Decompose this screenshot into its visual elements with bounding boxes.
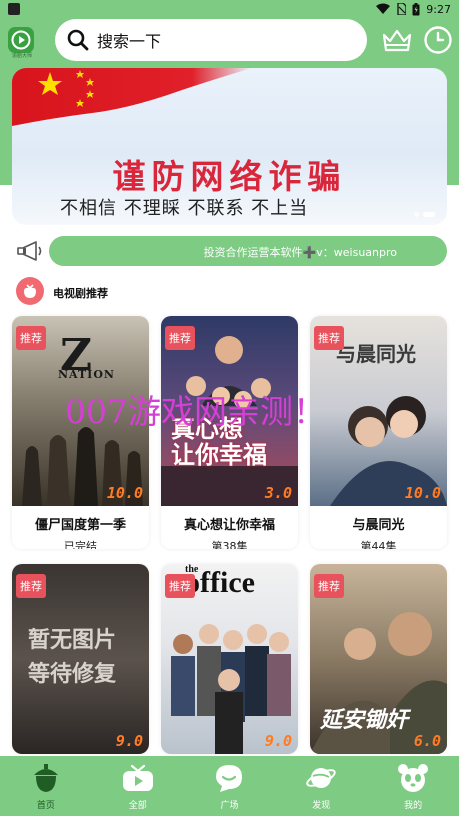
poster-image: 延安锄奸 推荐 6.0 [310,564,447,754]
poster-placeholder-text: 暂无图片 等待修复 [28,628,117,687]
app-logo-text: 追剧大师 [11,53,32,59]
panda-icon [398,764,429,792]
search-icon [67,29,89,51]
nav-discover[interactable]: 发现 [275,756,367,816]
recommend-badge: 推荐 [165,574,195,598]
rating-score: 9.0 [264,732,292,750]
drama-title: 真心想让你幸福 [183,518,275,533]
nav-label: 发现 [312,801,331,811]
chat-bubble-icon [216,765,243,792]
tomato-icon [16,277,44,305]
banner-indicator [414,212,435,217]
watermark-text: 007游戏网亲测！ [65,392,326,431]
drama-title: 与晨同光 [352,518,405,533]
app-logo[interactable] [8,27,34,53]
episode-status: 第44集 [360,540,397,549]
rating-score: 9.0 [115,732,143,750]
rating-score: 10.0 [106,484,143,502]
drama-card[interactable]: 延安锄奸 推荐 6.0 [310,564,447,754]
battery-icon [412,2,420,15]
vip-crown-icon[interactable] [381,26,413,54]
history-clock-icon[interactable] [423,25,453,55]
status-bar: 9:27 [0,0,459,18]
banner-subtitle: 不相信 不理睬 不联系 不上当 [60,198,309,219]
recommend-badge: 推荐 [16,574,46,598]
recommend-badge: 推荐 [314,326,344,350]
banner-dot-active [423,212,435,217]
drama-card[interactable]: 与晨同光 推荐 10.0 与晨同光 第44集 [310,316,447,549]
nav-home[interactable]: 首页 [0,756,92,816]
status-time: 9:27 [426,2,451,16]
recommend-badge: 推荐 [16,326,46,350]
recommend-badge: 推荐 [165,326,195,350]
nav-square[interactable]: 广场 [184,756,276,816]
banner-dot [414,212,419,217]
planet-icon [306,768,337,788]
megaphone-icon [17,241,42,261]
play-logo-icon [11,30,31,50]
episode-status: 已完结 [64,540,97,549]
rating-score: 10.0 [404,484,441,502]
tv-icon [122,764,153,791]
bottom-navigation: 首页 全部 广场 发现 我的 [0,756,459,816]
acorn-icon [33,764,58,792]
rating-score: 6.0 [413,732,441,750]
poster-image: 暂无图片 等待修复 推荐 9.0 [12,564,149,754]
poster-title-text: 延安锄奸 [320,707,409,733]
episode-status: 第38集 [211,540,248,549]
no-sim-icon [397,3,407,15]
drama-title: 僵尸国度第一季 [34,518,126,533]
nav-label: 首页 [36,801,55,811]
poster-title-text: NATION [58,368,115,381]
nav-label: 广场 [220,801,239,811]
poster-title-text: 与晨同光 [336,342,416,366]
recommend-badge: 推荐 [314,574,344,598]
drama-card[interactable]: 暂无图片 等待修复 推荐 9.0 [12,564,149,754]
notice-bar[interactable]: 投资合作运营本软件➕v：weisuanpro [49,236,447,266]
search-bar[interactable]: 搜索一下 [55,19,367,61]
wifi-icon [376,3,391,14]
search-placeholder: 搜索一下 [97,32,162,51]
nav-mine[interactable]: 我的 [367,756,459,816]
notice-text: 投资合作运营本软件➕v：weisuanpro [203,246,397,259]
promo-banner[interactable]: 谨防网络诈骗 不相信 不理睬 不联系 不上当 [12,68,447,225]
section-title: 电视剧推荐 [53,287,108,300]
notification-icon [8,3,20,15]
banner-title: 谨防网络诈骗 [112,157,347,196]
nav-all[interactable]: 全部 [92,756,184,816]
nav-label: 全部 [128,801,147,811]
drama-card[interactable]: office the 推荐 9.0 [161,564,298,754]
poster-image: 与晨同光 推荐 10.0 [310,316,447,506]
nav-label: 我的 [404,801,423,811]
rating-score: 3.0 [264,484,292,502]
poster-image: office the 推荐 9.0 [161,564,298,754]
